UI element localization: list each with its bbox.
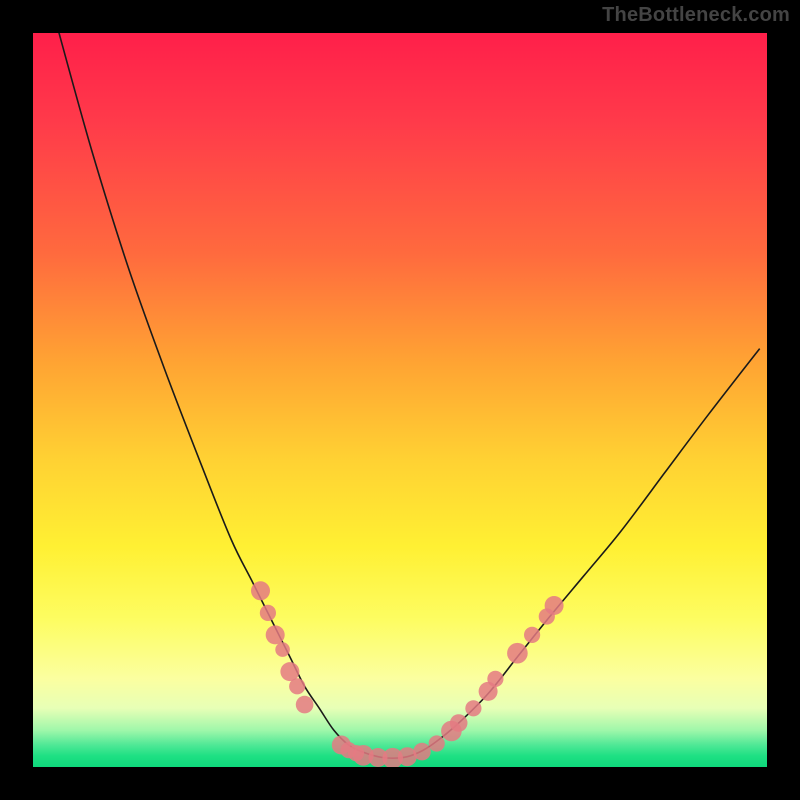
curve-marker [465,700,481,716]
curve-svg [33,33,767,767]
curve-marker [251,581,270,600]
chart-frame: TheBottleneck.com [0,0,800,800]
plot-area [33,33,767,767]
curve-marker [487,671,503,687]
curve-marker [296,696,314,714]
curve-marker [266,625,285,644]
curve-marker [275,642,290,657]
curve-markers [251,581,564,767]
watermark-text: TheBottleneck.com [602,4,790,27]
curve-marker [413,743,431,761]
curve-marker [545,596,564,615]
curve-marker [450,714,468,732]
curve-marker [260,605,276,621]
bottleneck-curve [55,33,760,758]
curve-marker [507,643,528,664]
curve-marker [524,627,540,643]
curve-marker [429,735,445,751]
curve-marker [289,678,305,694]
